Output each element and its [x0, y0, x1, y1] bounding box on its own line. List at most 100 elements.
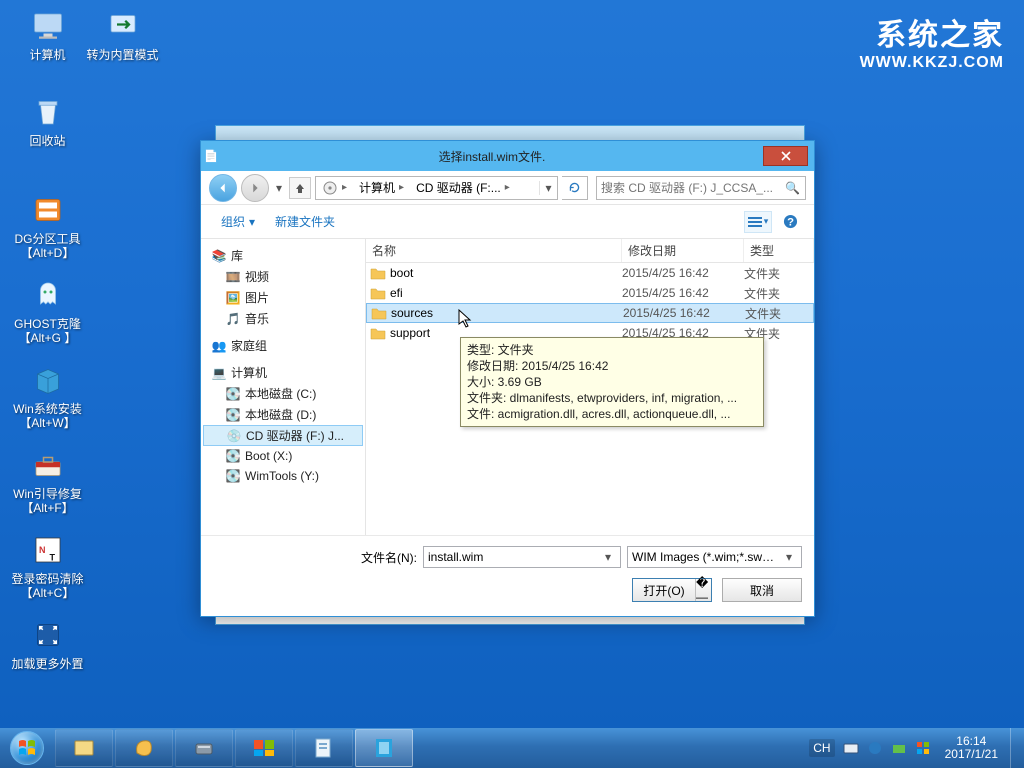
address-bar[interactable]: ▸ 计算机▸ CD 驱动器 (F:...▸ ▾: [315, 176, 558, 200]
filename-input[interactable]: [428, 550, 600, 564]
taskbar-app-4[interactable]: [235, 729, 293, 767]
toolbar: 组织▾ 新建文件夹 ▾ ?: [201, 205, 814, 239]
tree-music[interactable]: 🎵音乐: [203, 308, 363, 329]
keyboard-icon[interactable]: [843, 740, 859, 756]
folder-icon: [366, 286, 390, 300]
homegroup-icon: 👥: [211, 338, 227, 354]
file-row[interactable]: boot 2015/4/25 16:42 文件夹: [366, 263, 814, 283]
tree-pictures[interactable]: 🖼️图片: [203, 287, 363, 308]
col-name[interactable]: 名称: [366, 239, 622, 262]
box-icon: [28, 360, 68, 400]
search-box[interactable]: 🔍: [596, 176, 806, 200]
desktop-icon-label: 登录密码清除 【Alt+C】: [11, 572, 83, 600]
cancel-button[interactable]: 取消: [722, 578, 802, 602]
desktop-icon-dg-partition[interactable]: DG分区工具 【Alt+D】: [10, 190, 85, 260]
tree-computer[interactable]: 💻计算机: [203, 362, 363, 383]
desktop-icon-boot-repair[interactable]: Win引导修复 【Alt+F】: [10, 445, 85, 515]
tree-drive-d[interactable]: 💽本地磁盘 (D:): [203, 404, 363, 425]
new-folder-button[interactable]: 新建文件夹: [265, 211, 345, 232]
taskbar-app-active[interactable]: [355, 729, 413, 767]
svg-text:?: ?: [787, 216, 794, 228]
organize-menu[interactable]: 组织▾: [211, 211, 265, 232]
desktop-icon-password-clear[interactable]: NT 登录密码清除 【Alt+C】: [10, 530, 85, 600]
dialog-titlebar[interactable]: 📄 选择install.wim文件.: [201, 141, 814, 171]
tree-drive-c[interactable]: 💽本地磁盘 (C:): [203, 383, 363, 404]
taskbar-app-5[interactable]: [295, 729, 353, 767]
svg-text:T: T: [49, 553, 55, 563]
svg-text:N: N: [39, 545, 46, 555]
view-mode-button[interactable]: ▾: [744, 211, 772, 233]
clock[interactable]: 16:14 2017/1/21: [939, 735, 1004, 761]
nav-tree[interactable]: 📚库 🎞️视频 🖼️图片 🎵音乐 👥家庭组 💻计算机 💽本地磁盘 (C:) 💽本…: [201, 239, 366, 535]
file-row[interactable]: sources 2015/4/25 16:42 文件夹: [366, 303, 814, 323]
cd-drive-icon: 💿: [226, 428, 242, 444]
tray-icon-1[interactable]: [867, 740, 883, 756]
address-dropdown[interactable]: ▾: [539, 181, 557, 195]
col-type[interactable]: 类型: [744, 239, 814, 262]
desktop-icon-ghost-clone[interactable]: GHOST克隆 【Alt+G 】: [10, 275, 85, 345]
show-desktop-button[interactable]: [1010, 728, 1024, 768]
chevron-down-icon: ▾: [249, 215, 255, 229]
desktop-icon-label: 转为内置模式: [86, 48, 158, 62]
desktop-icon-recycle-bin[interactable]: 回收站: [10, 92, 85, 148]
tree-drive-y[interactable]: 💽WimTools (Y:): [203, 466, 363, 486]
chevron-down-icon: ▾: [781, 550, 797, 564]
taskbar-app-2[interactable]: [115, 729, 173, 767]
tree-drive-f[interactable]: 💿CD 驱动器 (F:) J...: [203, 425, 363, 446]
tray-icon-3[interactable]: [915, 740, 931, 756]
system-tray: CH 16:14 2017/1/21: [803, 735, 1010, 761]
taskbar-app-3[interactable]: [175, 729, 233, 767]
desktop-icon-computer[interactable]: 计算机: [10, 6, 85, 62]
nav-row: ▾ ▸ 计算机▸ CD 驱动器 (F:...▸ ▾ 🔍: [201, 171, 814, 205]
cd-drive-icon: [322, 180, 338, 196]
dialog-footer: 文件名(N): ▾ WIM Images (*.wim;*.swm;*.‹ ▾ …: [201, 535, 814, 616]
nav-up-button[interactable]: [289, 177, 311, 199]
tree-drive-x[interactable]: 💽Boot (X:): [203, 446, 363, 466]
tree-homegroup[interactable]: 👥家庭组: [203, 335, 363, 356]
breadcrumb-seg[interactable]: CD 驱动器 (F:...: [416, 179, 501, 196]
desktop-icon-label: DG分区工具 【Alt+D】: [14, 232, 80, 260]
search-icon[interactable]: 🔍: [785, 181, 801, 195]
chevron-right-icon: ▸: [342, 182, 347, 193]
drive-icon: 💽: [225, 386, 241, 402]
column-headers[interactable]: 名称 修改日期 类型: [366, 239, 814, 263]
language-indicator[interactable]: CH: [809, 739, 834, 757]
col-date[interactable]: 修改日期: [622, 239, 744, 262]
close-button[interactable]: [763, 146, 808, 166]
breadcrumb-seg[interactable]: 计算机: [359, 179, 395, 196]
folder-icon: [366, 266, 390, 280]
desktop-icon-label: Win引导修复 【Alt+F】: [13, 487, 82, 515]
refresh-button[interactable]: [562, 176, 588, 200]
desktop-icon-load-more[interactable]: 加载更多外置: [10, 615, 85, 671]
folder-tooltip: 类型: 文件夹 修改日期: 2015/4/25 16:42 大小: 3.69 G…: [460, 337, 764, 427]
document-icon: 📄: [201, 149, 221, 163]
recycle-bin-icon: [28, 92, 68, 132]
taskbar-app-1[interactable]: [55, 729, 113, 767]
ghost-icon: [28, 275, 68, 315]
file-type-filter[interactable]: WIM Images (*.wim;*.swm;*.‹ ▾: [627, 546, 802, 568]
chevron-down-icon[interactable]: ▾: [600, 550, 616, 564]
tray-icon-2[interactable]: [891, 740, 907, 756]
nav-history-dropdown[interactable]: ▾: [273, 178, 285, 198]
folder-icon: [366, 326, 390, 340]
desktop-icon-win-install[interactable]: Win系统安装 【Alt+W】: [10, 360, 85, 430]
drive-icon: 💽: [225, 468, 241, 484]
windows-orb-icon: [10, 731, 44, 765]
desktop-icon-switch-mode[interactable]: 转为内置模式: [85, 6, 160, 62]
open-split-dropdown[interactable]: �—: [695, 579, 711, 601]
file-list: 名称 修改日期 类型 boot 2015/4/25 16:42 文件夹 efi …: [366, 239, 814, 535]
nav-back-button[interactable]: [209, 174, 237, 202]
file-row[interactable]: efi 2015/4/25 16:42 文件夹: [366, 283, 814, 303]
watermark: 系统之家 WWW.KKZJ.COM: [860, 10, 1004, 72]
help-button[interactable]: ?: [776, 211, 804, 233]
filename-label: 文件名(N):: [361, 549, 417, 566]
tree-libraries[interactable]: 📚库: [203, 245, 363, 266]
start-button[interactable]: [0, 728, 54, 768]
search-input[interactable]: [601, 181, 785, 195]
open-button[interactable]: 打开(O) �—: [632, 578, 712, 602]
desktop-icon-label: 回收站: [29, 134, 65, 148]
filename-combo[interactable]: ▾: [423, 546, 621, 568]
music-icon: 🎵: [225, 311, 241, 327]
nav-forward-button[interactable]: [241, 174, 269, 202]
tree-videos[interactable]: 🎞️视频: [203, 266, 363, 287]
